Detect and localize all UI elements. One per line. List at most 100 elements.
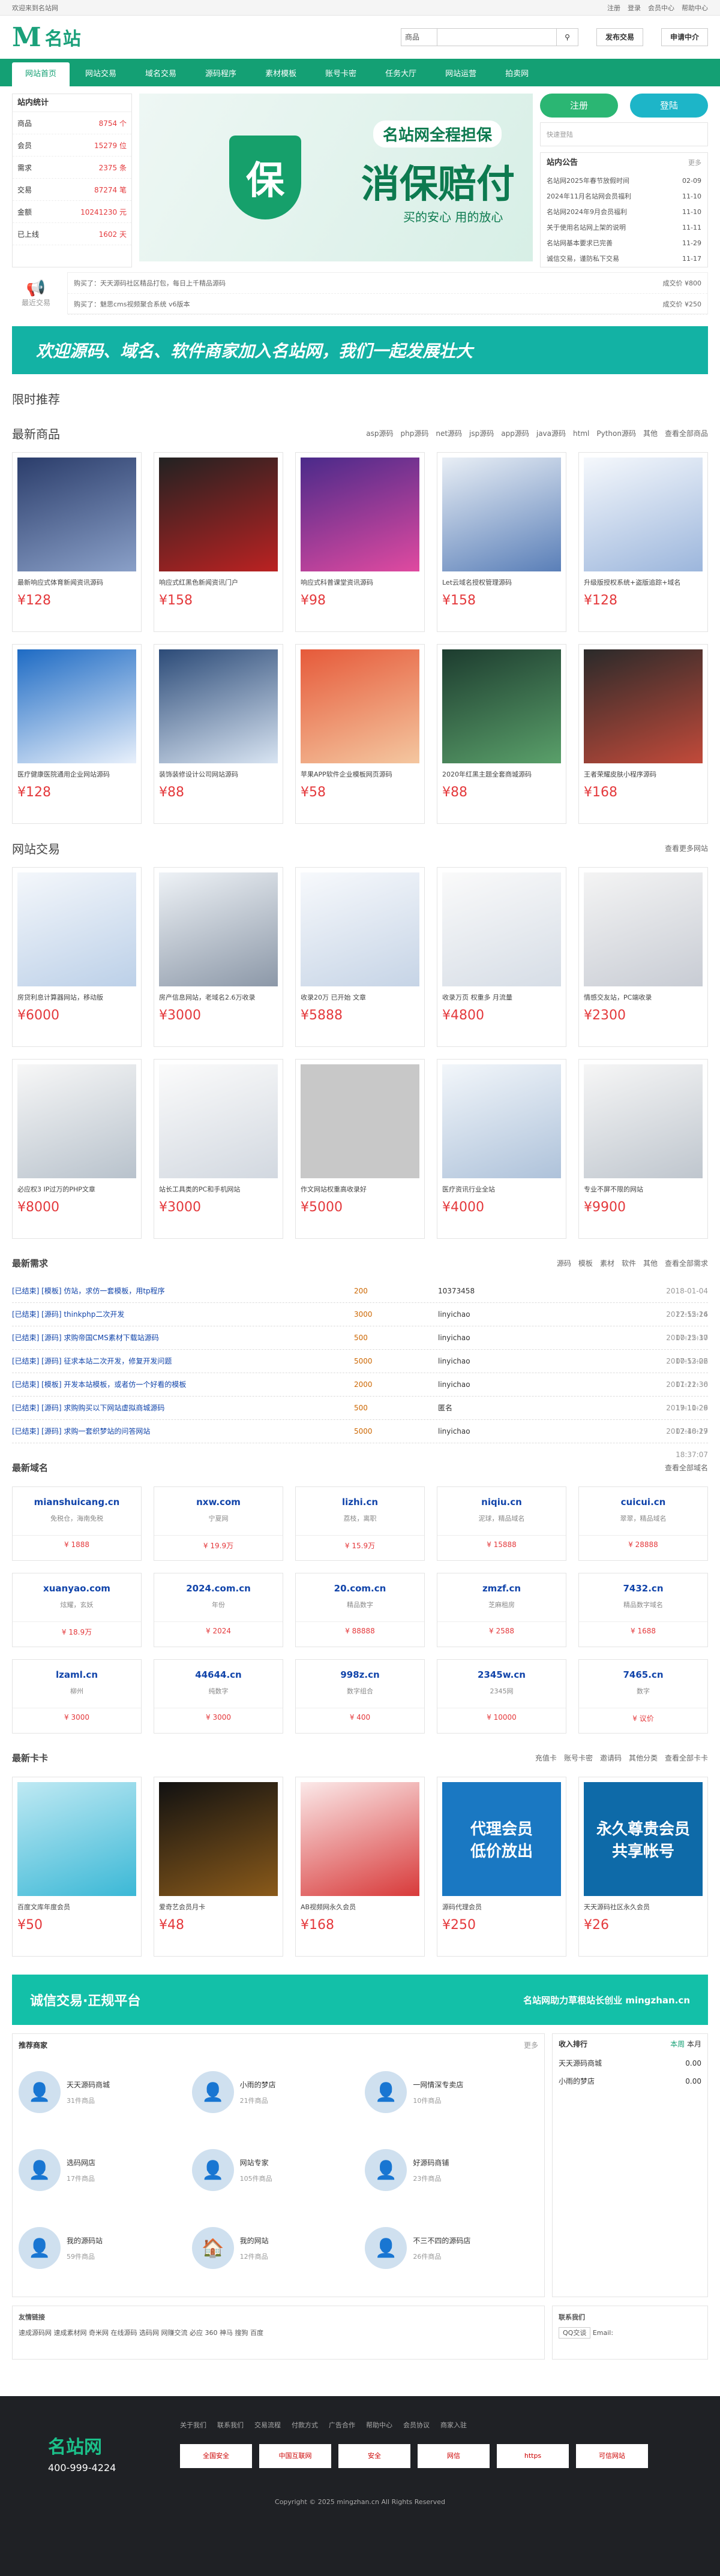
top-link-login[interactable]: 登录 [628,4,641,12]
search-category-select[interactable]: 商品 [400,28,437,46]
list-item[interactable]: 天天源码商城 0.00 [553,2054,707,2072]
security-badge[interactable]: https [497,2444,569,2468]
card-item[interactable]: 永久尊贵会员 共享帐号 天天源码社区永久会员 ¥26 [578,1777,708,1957]
domain-card[interactable]: 2345w.cn 2345网 ¥ 10000 [437,1659,566,1734]
table-row[interactable]: [已结束] [模板] 开发本站模板，或者仿一个好看的模板 2000 linyicha… [12,1373,708,1412]
website-card[interactable]: 作文网站权重高收录好 ¥5000 [295,1059,425,1239]
login-button[interactable]: 登陆 [630,94,708,118]
demand-tag[interactable]: 模板 [578,1259,593,1268]
tag-html[interactable]: html [573,429,589,438]
demand-tag[interactable]: 软件 [622,1259,636,1268]
tag-php[interactable]: php源码 [401,429,429,438]
notice-item[interactable]: 名站网2025年春节放假时间 02-09 [541,173,707,189]
footer-link[interactable]: 会员协议 [403,2420,430,2430]
table-row[interactable]: [已结束] [模板] 仿站，求仿一套模板，用tp程序 200 10373458 201… [12,1280,708,1319]
list-item[interactable]: 小雨的梦店 0.00 [553,2072,707,2090]
product-card[interactable]: Let云域名授权管理源码 ¥158 [437,452,566,632]
all-products-link[interactable]: 查看全部商品 [665,429,708,438]
tag-other[interactable]: 其他 [643,429,658,438]
search-button[interactable]: ⚲ [556,28,578,46]
domain-card[interactable]: 998z.cn 数字组合 ¥ 400 [295,1659,425,1734]
promo-banner[interactable]: 诚信交易·正规平台 名站网助力草根站长创业 mingzhan.cn [12,1975,708,2025]
domain-card[interactable]: zmzf.cn 芝麻租房 ¥ 2588 [437,1573,566,1647]
tag-java[interactable]: java源码 [536,429,566,438]
domain-card[interactable]: 2024.com.cn 年份 ¥ 2024 [154,1573,283,1647]
recent-trade-row[interactable]: 购买了：天天源码社区精品打包，每日上千精品源码 成交价 ¥800 [68,273,707,294]
footer-link[interactable]: 商家入驻 [440,2420,467,2430]
product-card[interactable]: 响应式科普课堂资讯源码 ¥98 [295,452,425,632]
table-row[interactable]: [已结束] [源码] thinkphp二次开发 3000 linyichao 2017… [12,1303,708,1342]
welcome-banner[interactable]: 欢迎源码、域名、软件商家加入名站网，我们一起发展壮大 [12,326,708,374]
tag-jsp[interactable]: jsp源码 [469,429,494,438]
website-card[interactable]: 情感交友站，PC端收录 ¥2300 [578,867,708,1047]
nav-home[interactable]: 网站首页 [12,62,70,86]
card-item[interactable]: 代理会员 低价放出 源码代理会员 ¥250 [437,1777,566,1957]
product-card[interactable]: 2020年红黑主题全套商城源码 ¥88 [437,644,566,824]
shops-more-link[interactable]: 更多 [524,2040,538,2050]
product-card[interactable]: 装饰装修设计公司网站源码 ¥88 [154,644,283,824]
nav-website-trade[interactable]: 网站交易 [72,62,130,86]
recent-trade-row[interactable]: 购买了：魅思cms视频聚合系统 v6版本 成交价 ¥250 [68,294,707,315]
shop-item[interactable]: 👤 天天源码商城 31件商品 [19,2062,192,2122]
domain-card[interactable]: lizhi.cn 荔枝，离职 ¥ 15.9万 [295,1486,425,1561]
product-card[interactable]: 最新响应式体育新闻资讯源码 ¥128 [12,452,142,632]
register-button[interactable]: 注册 [540,94,618,118]
shop-item[interactable]: 👤 好源码商铺 23件商品 [365,2140,538,2200]
domain-card[interactable]: lzaml.cn 柳州 ¥ 3000 [12,1659,142,1734]
cards-tag[interactable]: 邀请码 [600,1754,622,1762]
domain-card[interactable]: niqiu.cn 泥球，精品域名 ¥ 15888 [437,1486,566,1561]
domain-card[interactable]: 7465.cn 数字 ¥ 议价 [578,1659,708,1734]
top-link-member[interactable]: 会员中心 [648,4,674,12]
apply-escrow-button[interactable]: 申请中介 [661,28,708,46]
product-card[interactable]: 医疗健康医院通用企业网站源码 ¥128 [12,644,142,824]
website-card[interactable]: 收录20万 已开始 文章 ¥5888 [295,867,425,1047]
product-card[interactable]: 苹果APP软件企业模板网页源码 ¥58 [295,644,425,824]
shop-item[interactable]: 👤 一网情深专卖店 10件商品 [365,2062,538,2122]
more-websites-link[interactable]: 查看更多网站 [665,843,708,853]
table-row[interactable]: [已结束] [源码] 征求本站二次开发，修复开发问题 5000 linyichao 2… [12,1350,708,1389]
nav-domain-trade[interactable]: 域名交易 [132,62,190,86]
all-demands-link[interactable]: 查看全部需求 [665,1259,708,1268]
security-badge[interactable]: 中国互联网 [259,2444,331,2468]
notice-item[interactable]: 关于使用名站网上架的说明 11-11 [541,220,707,236]
notice-item[interactable]: 诚信交易，谨防私下交易 11-17 [541,251,707,267]
shop-item[interactable]: 👤 我的源码站 59件商品 [19,2218,192,2278]
card-item[interactable]: 百度文库年度会员 ¥50 [12,1777,142,1957]
footer-link[interactable]: 帮助中心 [366,2420,392,2430]
hero-banner[interactable]: 保 名站网全程担保 消保赔付 买的安心 用的放心 [139,94,533,261]
domain-card[interactable]: 44644.cn 纯数字 ¥ 3000 [154,1659,283,1734]
website-card[interactable]: 房贷利息计算器网站，移动版 ¥6000 [12,867,142,1047]
domain-card[interactable]: cuicui.cn 翠翠，精品域名 ¥ 28888 [578,1486,708,1561]
nav-auction[interactable]: 拍卖网 [492,62,542,86]
product-card[interactable]: 王者荣耀皮肤小程序源码 ¥168 [578,644,708,824]
nav-templates[interactable]: 素材模板 [252,62,310,86]
website-card[interactable]: 房产信息网站，老域名2.6万收录 ¥3000 [154,867,283,1047]
notice-more-link[interactable]: 更多 [688,153,701,173]
tab-month[interactable]: 本月 [687,2040,701,2048]
footer-link[interactable]: 关于我们 [180,2420,206,2430]
footer-link[interactable]: 联系我们 [217,2420,244,2430]
tab-week[interactable]: 本周 [670,2040,685,2048]
domain-card[interactable]: 7432.cn 精品数字域名 ¥ 1688 [578,1573,708,1647]
demand-tag[interactable]: 素材 [600,1259,614,1268]
tag-asp[interactable]: asp源码 [366,429,393,438]
notice-item[interactable]: 2024年11月名站网会员福利 11-10 [541,189,707,204]
domain-card[interactable]: mianshuicang.cn 免税仓，海南免税 ¥ 1888 [12,1486,142,1561]
security-badge[interactable]: 全国安全 [180,2444,252,2468]
qq-chat-button[interactable]: QQ交谈 [559,2327,591,2339]
footer-link[interactable]: 交易流程 [254,2420,281,2430]
nav-tasks[interactable]: 任务大厅 [372,62,430,86]
demand-tag[interactable]: 其他 [643,1259,658,1268]
website-card[interactable]: 站长工具类的PC和手机网站 ¥3000 [154,1059,283,1239]
site-logo[interactable]: M 名站 [12,20,126,54]
website-card[interactable]: 必应权3 IP过万的PHP文章 ¥8000 [12,1059,142,1239]
domain-card[interactable]: 20.com.cn 精品数字 ¥ 88888 [295,1573,425,1647]
shop-item[interactable]: 👤 网站专家 105件商品 [191,2140,365,2200]
tag-app[interactable]: app源码 [501,429,529,438]
cards-tag[interactable]: 其他分类 [629,1754,658,1762]
quick-login[interactable]: 快速登陆 [540,122,708,146]
security-badge[interactable]: 安全 [338,2444,410,2468]
tag-net[interactable]: net源码 [436,429,462,438]
domain-card[interactable]: nxw.com 宁夏网 ¥ 19.9万 [154,1486,283,1561]
card-item[interactable]: AB视频网永久会员 ¥168 [295,1777,425,1957]
